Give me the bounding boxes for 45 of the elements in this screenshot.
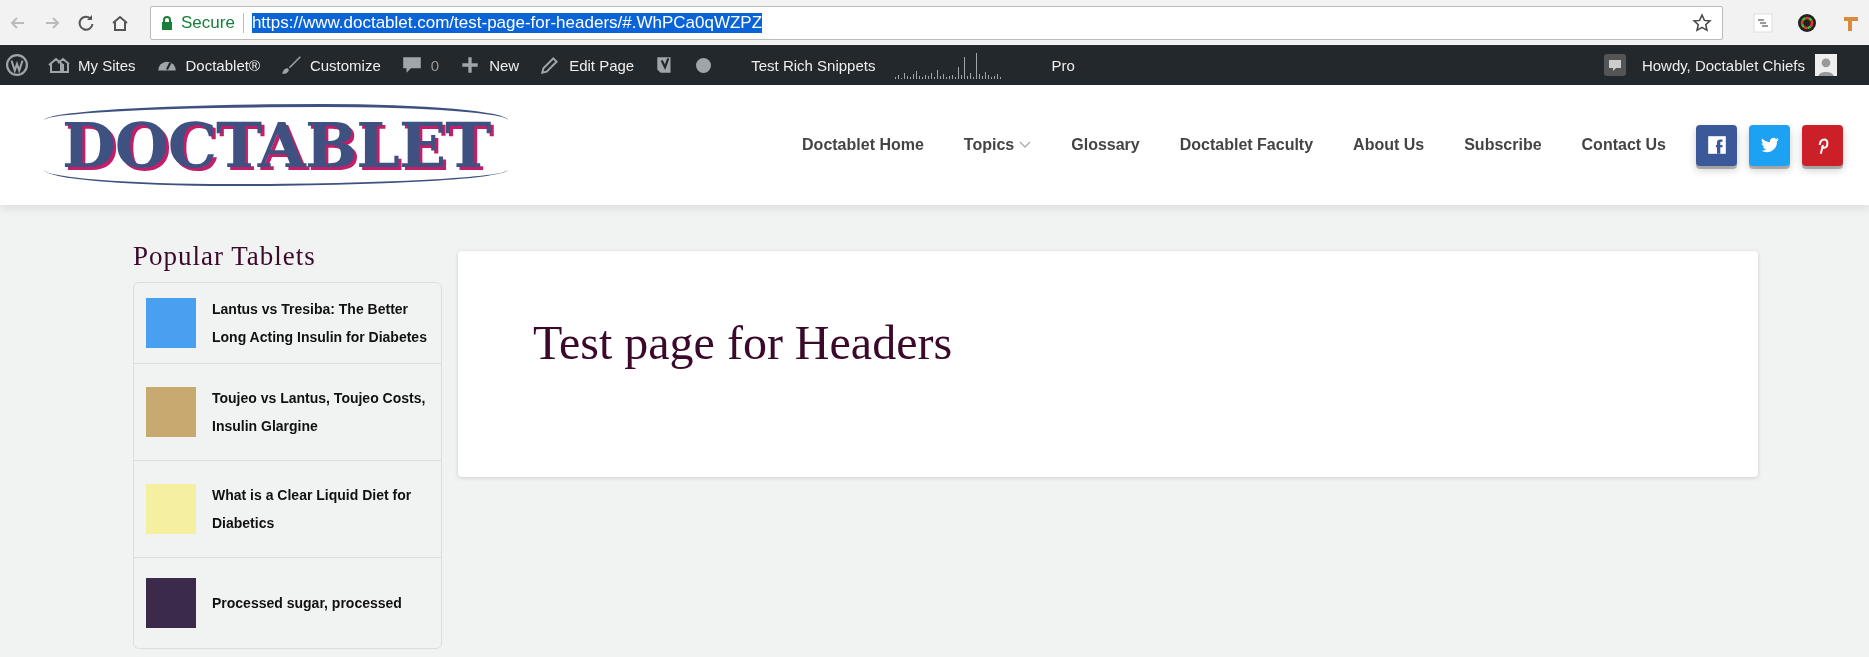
thumbnail-placeholder[interactable] xyxy=(146,298,196,348)
nav-link[interactable]: About Us xyxy=(1333,136,1445,154)
thumbnail-placeholder[interactable] xyxy=(146,578,196,628)
color-wheel-icon[interactable] xyxy=(1797,12,1817,33)
admin-bar-link[interactable]: 0 xyxy=(430,56,440,74)
nav-link[interactable]: Topics xyxy=(943,136,1052,154)
nav-link[interactable]: Doctablet Home xyxy=(782,136,944,154)
url-text[interactable]: https://www.doctablet.com/test-page-for-headers/#.WhPCa0qWZPZ xyxy=(251,12,763,33)
article-link[interactable]: Lantus vs Tresiba: The Better Long Acting Insulin for Diabetes xyxy=(212,295,429,351)
article-link[interactable]: What is a Clear Liquid Diet for Diabetics xyxy=(212,481,429,537)
avatar-icon xyxy=(1815,54,1837,76)
facebook-icon xyxy=(1705,134,1728,156)
star-icon[interactable] xyxy=(1692,12,1712,33)
article-link[interactable]: Toujeo vs Lantus, Toujeo Costs, Insulin Glargine xyxy=(212,384,429,440)
admin-bar-link[interactable]: New xyxy=(489,56,520,74)
greeting-link[interactable]: Howdy, Doctablet Chiefs xyxy=(1641,56,1805,74)
thumbnail-placeholder[interactable] xyxy=(146,484,196,534)
extension-icon[interactable] xyxy=(1753,12,1773,33)
page-title: Test page for Headers xyxy=(533,315,953,370)
lock-icon xyxy=(161,15,173,30)
admin-bar-link[interactable]: My Sites xyxy=(78,56,136,74)
nav-link[interactable]: Glossary xyxy=(1051,136,1160,154)
pinterest-button[interactable] xyxy=(1802,124,1843,166)
nav-link[interactable]: Contact Us xyxy=(1561,136,1686,154)
status-dot-icon xyxy=(696,57,712,73)
secure-label: Secure xyxy=(181,12,235,33)
facebook-button[interactable] xyxy=(1696,124,1737,166)
address-bar[interactable]: Secure https://www.doctablet.com/test-page-for-headers/#.WhPCa0qWZPZ xyxy=(150,5,1723,40)
sidebar-heading: Popular Tablets xyxy=(133,241,317,272)
admin-bar-link[interactable]: Test Rich Snippets xyxy=(751,56,876,74)
chevron-down-icon xyxy=(1019,141,1032,149)
admin-bar-link[interactable]: Pro xyxy=(1051,56,1075,74)
nav-link[interactable]: Subscribe xyxy=(1444,136,1562,154)
nav-link[interactable]: Doctablet Faculty xyxy=(1159,136,1334,154)
twitter-button[interactable] xyxy=(1749,124,1790,166)
thumbnail-placeholder[interactable] xyxy=(146,387,196,437)
traffic-graph-icon xyxy=(895,51,1004,79)
admin-bar-link[interactable]: Customize xyxy=(309,56,381,74)
admin-bar-link[interactable]: Edit Page xyxy=(569,56,635,74)
site-logo[interactable]: DOCTABLET xyxy=(44,104,509,186)
notification-icon[interactable] xyxy=(1603,54,1626,76)
article-link[interactable]: Processed sugar, processed xyxy=(212,589,402,617)
admin-bar-link[interactable]: Doctablet® xyxy=(185,56,260,74)
wordpress-logo-icon[interactable] xyxy=(6,54,28,76)
brush-icon xyxy=(279,54,302,76)
